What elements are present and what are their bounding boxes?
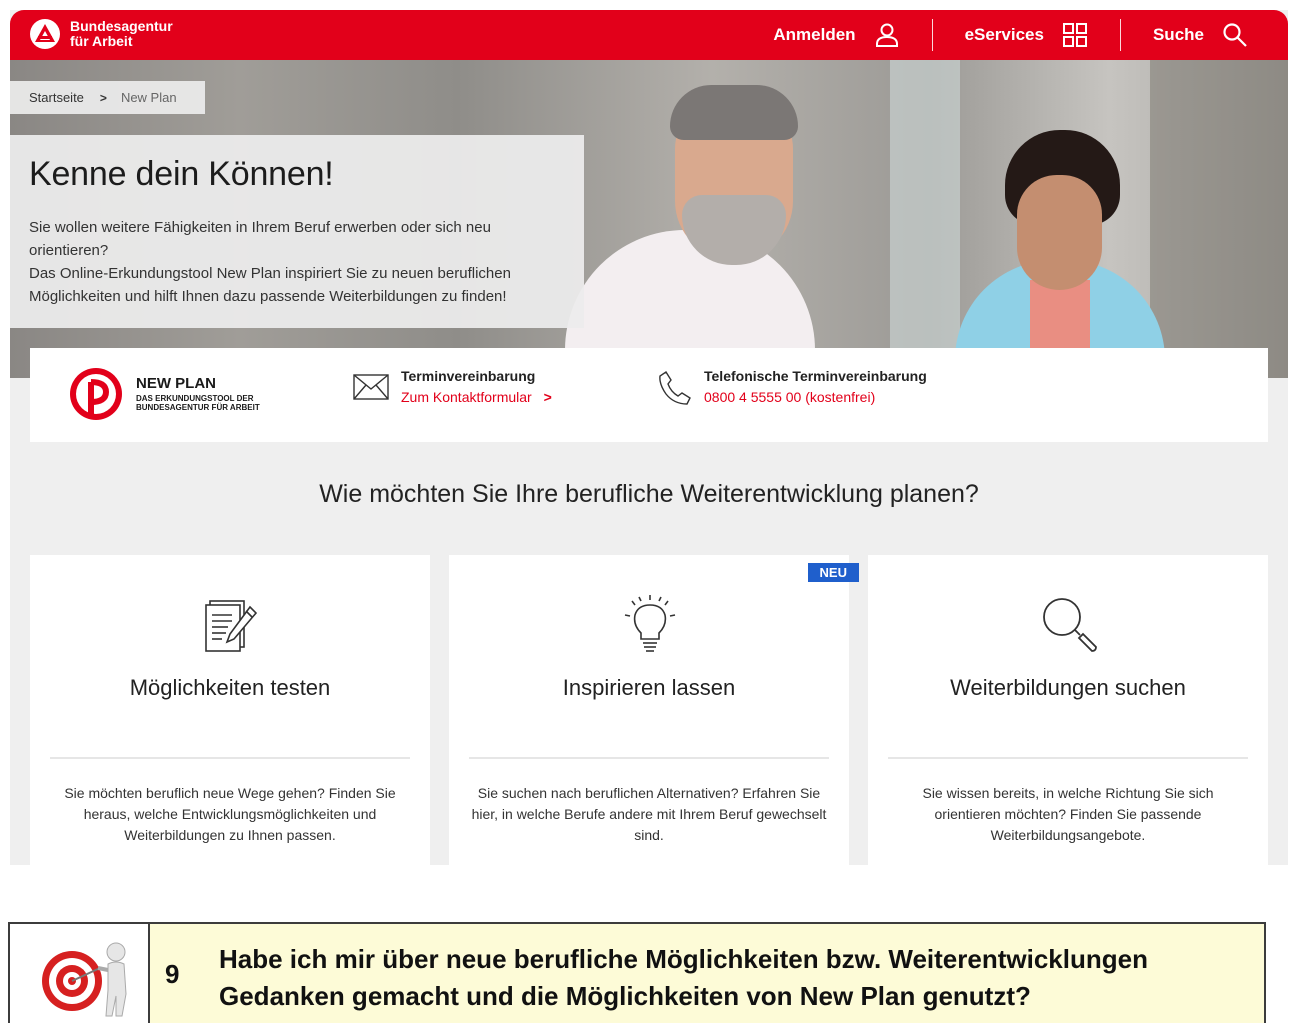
card-description: Sie möchten beruflich neue Wege gehen? F… — [64, 785, 396, 843]
main-nav: Anmelden eServices Suche — [773, 10, 1248, 60]
phone-icon — [659, 371, 691, 405]
intro-text-2: Das Online-Erkundungstool New Plan inspi… — [29, 265, 511, 305]
checklist-number: 9 — [165, 959, 180, 989]
phone-number-link[interactable]: 0800 4 5555 00 (kostenfrei) — [704, 389, 927, 405]
breadcrumb-current: New Plan — [120, 90, 177, 105]
nav-separator — [931, 19, 933, 51]
chevron-right-icon: > — [543, 389, 552, 405]
website-frame: Bundesagentur für Arbeit Anmelden eServi… — [10, 10, 1288, 865]
section-title: Wie möchten Sie Ihre berufliche Weiteren… — [319, 480, 979, 508]
intro-text-1: Sie wollen weitere Fähigkeiten in Ihrem … — [29, 219, 491, 259]
breadcrumb-home[interactable]: Startseite — [29, 90, 84, 105]
hero-photo-woman-face — [1017, 175, 1102, 290]
intro-box: Kenne dein Können! Sie wollen weitere Fä… — [10, 135, 584, 328]
new-badge: NEU — [807, 563, 859, 582]
contact-form-link[interactable]: Zum Kontaktformular > — [401, 389, 552, 405]
card-search-training[interactable]: Weiterbildungen suchen Sie wissen bereit… — [868, 555, 1268, 865]
ba-logo[interactable]: Bundesagentur für Arbeit — [30, 19, 173, 49]
appointment-label: Terminvereinbarung — [401, 368, 536, 384]
hero-background-shadow — [1150, 60, 1288, 378]
target-figure-image — [10, 924, 150, 1023]
mail-icon — [353, 374, 389, 400]
hero-background-panel — [890, 60, 960, 378]
new-plan-logo-subtitle: DAS ERKUNDUNGSTOOL DER BUNDESAGENTUR FÜR… — [136, 394, 260, 412]
ba-logo-icon — [30, 19, 60, 49]
new-plan-logo: NEW PLAN DAS ERKUNDUNGSTOOL DER BUNDESAG… — [68, 366, 296, 422]
nav-login-label: Anmelden — [773, 25, 856, 44]
nav-separator — [1119, 19, 1121, 51]
magnifier-icon — [1043, 598, 1097, 652]
user-icon — [875, 23, 898, 47]
card-get-inspired[interactable]: NEU Inspirieren lassen Sie suchen nach b… — [449, 555, 859, 865]
logo-line-2: für Arbeit — [70, 33, 133, 49]
card-description: Sie wissen bereits, in welche Richtung S… — [922, 785, 1214, 843]
nav-search-label: Suche — [1152, 25, 1204, 44]
page-title: Kenne dein Können! — [29, 155, 334, 193]
card-description: Sie suchen nach beruflichen Alternativen… — [471, 785, 827, 843]
card-title: Inspirieren lassen — [562, 675, 736, 700]
hero-photo-man-hair — [670, 85, 798, 140]
lightbulb-icon — [624, 595, 676, 652]
breadcrumb-chevron-icon: > — [99, 90, 107, 105]
nav-eservices[interactable]: eServices — [965, 22, 1088, 48]
card-divider — [50, 757, 410, 759]
info-bar: NEW PLAN DAS ERKUNDUNGSTOOL DER BUNDESAG… — [30, 348, 1268, 442]
nav-login[interactable]: Anmelden — [773, 22, 899, 48]
target-icon — [42, 942, 127, 1017]
site-header: Bundesagentur für Arbeit Anmelden eServi… — [10, 10, 1288, 60]
card-test-options[interactable]: Möglichkeiten testen Sie möchten berufli… — [30, 555, 430, 865]
phone-contact: Telefonische Terminvereinbarung 0800 4 5… — [658, 368, 927, 406]
new-plan-logo-icon — [70, 368, 122, 420]
nav-search[interactable]: Suche — [1153, 22, 1248, 48]
card-divider — [888, 757, 1248, 759]
grid-icon — [1062, 23, 1087, 47]
checklist-question: Habe ich mir über neue berufliche Möglic… — [219, 944, 1148, 1011]
phone-label: Telefonische Terminvereinbarung — [704, 368, 927, 384]
logo-line-1: Bundesagentur — [70, 18, 173, 34]
search-icon — [1223, 23, 1247, 47]
new-plan-logo-title: NEW PLAN — [136, 375, 216, 392]
logo-text: Bundesagentur für Arbeit — [70, 19, 173, 49]
breadcrumb: Startseite > New Plan — [10, 81, 205, 114]
hero-banner: Startseite > New Plan Kenne dein Können!… — [10, 60, 1288, 378]
document-pen-icon — [205, 600, 258, 652]
card-title: Weiterbildungen suchen — [950, 675, 1186, 700]
card-title: Möglichkeiten testen — [129, 675, 331, 700]
card-divider — [469, 757, 829, 759]
appointment-contact: Terminvereinbarung Zum Kontaktformular > — [353, 368, 552, 405]
checklist-row: 9 Habe ich mir über neue berufliche Mögl… — [8, 922, 1266, 1023]
contact-form-link-text: Zum Kontaktformular — [401, 389, 532, 405]
nav-eservices-label: eServices — [964, 25, 1044, 44]
